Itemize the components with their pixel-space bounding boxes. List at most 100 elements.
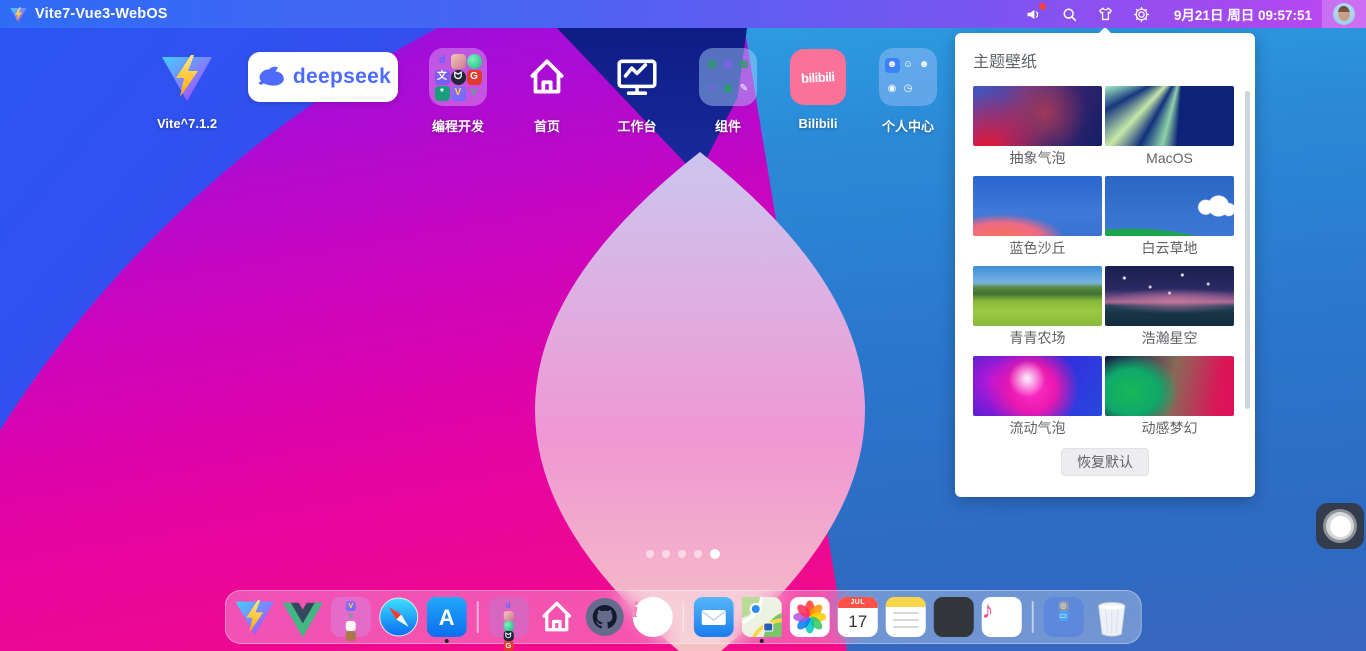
dock-vue-icon[interactable] <box>283 597 323 637</box>
volume-icon[interactable] <box>1024 4 1044 24</box>
user-card-mini-icon: ☻ <box>885 58 900 73</box>
dream-thumbnail[interactable] <box>1105 356 1234 416</box>
starry-thumbnail[interactable] <box>1105 266 1234 326</box>
webos-screen: Vite7-Vue3-WebOS 9月21日 周日 09:57:51 <box>0 0 1366 651</box>
table2-mini-icon: ▦ <box>721 58 736 73</box>
dunes-thumbnail[interactable] <box>973 176 1102 236</box>
abstract-thumbnail[interactable] <box>973 86 1102 146</box>
note-mini-icon <box>346 621 356 631</box>
wallpaper-option-dream[interactable]: 动感梦幻 <box>1105 356 1234 438</box>
user-avatar-button[interactable] <box>1322 0 1366 28</box>
vite-mini-icon: V <box>346 601 356 611</box>
desktop-icon-home[interactable]: 首页 <box>519 46 575 135</box>
desktop-icon-deepseek[interactable]: deepseek <box>248 46 398 108</box>
wallpaper-option-starry[interactable]: 浩瀚星空 <box>1105 266 1234 348</box>
theme-wallpaper-icon[interactable] <box>1096 4 1116 24</box>
desktop-icon-components[interactable]: ▦▦▦≡▣✎ 组件 <box>699 46 757 135</box>
wallpaper-option-dunes[interactable]: 蓝色沙丘 <box>973 176 1102 258</box>
grassland-name: 白云草地 <box>1105 239 1234 258</box>
components-icon: ▦▦▦≡▣✎ <box>699 46 757 108</box>
avatar <box>1333 3 1355 25</box>
dock-dev-folder-icon[interactable]: dᗢG文*❄ <box>488 597 528 637</box>
personal-center-icon: ☻☺☻◉◷ <box>879 46 937 108</box>
farm-name: 青青农场 <box>973 329 1102 348</box>
misc-folder-tile: ◎▭ <box>1043 597 1083 637</box>
dock-music-icon[interactable]: ♪ <box>982 597 1022 637</box>
dock: VV AdᗢG文*❄ i JUL17 ♪ ◎▭ <box>225 590 1142 644</box>
github-mini-icon: ᗢ <box>503 631 513 641</box>
vue-mini-icon: V <box>346 611 356 621</box>
wallpaper-option-grassland[interactable]: 白云草地 <box>1105 176 1234 258</box>
assistive-core <box>1330 516 1351 537</box>
macos-thumbnail[interactable] <box>1105 86 1234 146</box>
deepseek-widget[interactable]: deepseek <box>248 52 398 102</box>
page-dot-2[interactable] <box>662 550 670 558</box>
macos-name: MacOS <box>1105 149 1234 168</box>
dock-mail-icon[interactable] <box>694 597 734 637</box>
svg-text:A: A <box>439 605 455 630</box>
vite-logo-icon <box>10 6 27 23</box>
home-icon <box>524 46 570 108</box>
dock-github-icon[interactable] <box>584 597 624 637</box>
grassland-thumbnail[interactable] <box>1105 176 1234 236</box>
dock-safari-icon[interactable] <box>379 597 419 637</box>
vite-icon <box>161 46 213 108</box>
page-dot-5-active[interactable] <box>710 549 720 559</box>
dock-launchpad-folder-icon[interactable]: VV <box>331 597 371 637</box>
dock-vite-icon[interactable] <box>235 597 275 637</box>
dock-appstore-icon[interactable]: A <box>427 597 467 637</box>
window-title: Vite7-Vue3-WebOS <box>35 6 168 22</box>
avatar-mini-icon <box>451 54 466 69</box>
farm-thumbnail[interactable] <box>973 266 1102 326</box>
bubbles-thumbnail[interactable] <box>973 356 1102 416</box>
dock-info-icon[interactable]: i <box>632 597 672 637</box>
dock-misc-folder-icon[interactable]: ◎▭ <box>1043 597 1083 637</box>
components-label: 组件 <box>715 116 741 135</box>
dock-calculator-icon[interactable] <box>934 597 974 637</box>
dock-photos-icon[interactable] <box>790 597 830 637</box>
vue-mini-icon: V <box>467 86 482 101</box>
user-mini-icon: ☺ <box>901 58 916 73</box>
dock-notes-icon[interactable] <box>886 597 926 637</box>
calendar-day: 17 <box>838 608 878 635</box>
dev-folder-tile: dᗢG文*❄ <box>488 597 528 637</box>
translate-mini-icon: 文 <box>435 70 450 85</box>
dock-home-icon[interactable] <box>536 597 576 637</box>
page-dot-3[interactable] <box>678 550 686 558</box>
vite-label: Vite^7.1.2 <box>157 116 217 131</box>
wallpaper-option-abstract[interactable]: 抽象气泡 <box>973 86 1102 168</box>
assistive-ring-inner <box>1326 512 1354 540</box>
launchpad-folder-tile: VV <box>331 597 371 637</box>
wallpaper-option-farm[interactable]: 青青农场 <box>973 266 1102 348</box>
search-icon[interactable] <box>1060 4 1080 24</box>
dock-maps-icon[interactable] <box>742 597 782 637</box>
list-mini-icon: ≡ <box>705 82 720 97</box>
appstore-running-indicator <box>445 639 449 643</box>
desktop-icon-personal-center[interactable]: ☻☺☻◉◷个人中心 <box>879 46 937 135</box>
restore-default-button[interactable]: 恢复默认 <box>1061 448 1149 476</box>
wallpaper-option-bubbles[interactable]: 流动气泡 <box>973 356 1102 438</box>
desktop-icon-coding-dev[interactable]: d文ᗢG*VV编程开发 <box>429 46 487 135</box>
settings-gear-icon[interactable] <box>1132 4 1152 24</box>
deepseek-wordmark: deepseek <box>293 65 391 89</box>
desktop-icon-bilibili[interactable]: bilibiliBilibili <box>789 46 847 131</box>
deepseek-mini-icon: d <box>435 54 450 69</box>
page-dot-4[interactable] <box>694 550 702 558</box>
assistive-touch-button[interactable] <box>1316 503 1364 549</box>
desktop-icon-workspace[interactable]: 工作台 <box>609 46 665 135</box>
wallpaper-option-macos[interactable]: MacOS <box>1105 86 1234 168</box>
github-mini-icon: ᗢ <box>451 70 466 85</box>
cam-mini-icon: ◎ <box>1058 601 1068 611</box>
table-mini-icon: ▦ <box>705 58 720 73</box>
desktop-icon-vite[interactable]: Vite^7.1.2 <box>159 46 215 131</box>
dock-calendar-icon[interactable]: JUL17 <box>838 597 878 637</box>
dock-separator <box>1032 601 1034 633</box>
desktop-page-indicator <box>0 550 1366 559</box>
datetime-display[interactable]: 9月21日 周日 09:57:51 <box>1174 4 1312 24</box>
table3-mini-icon: ▦ <box>737 58 752 73</box>
page-dot-1[interactable] <box>646 550 654 558</box>
workspace-icon <box>614 46 660 108</box>
panel-scrollbar[interactable] <box>1245 91 1250 409</box>
dunes-name: 蓝色沙丘 <box>973 239 1102 258</box>
dock-trash-icon[interactable] <box>1091 597 1131 637</box>
